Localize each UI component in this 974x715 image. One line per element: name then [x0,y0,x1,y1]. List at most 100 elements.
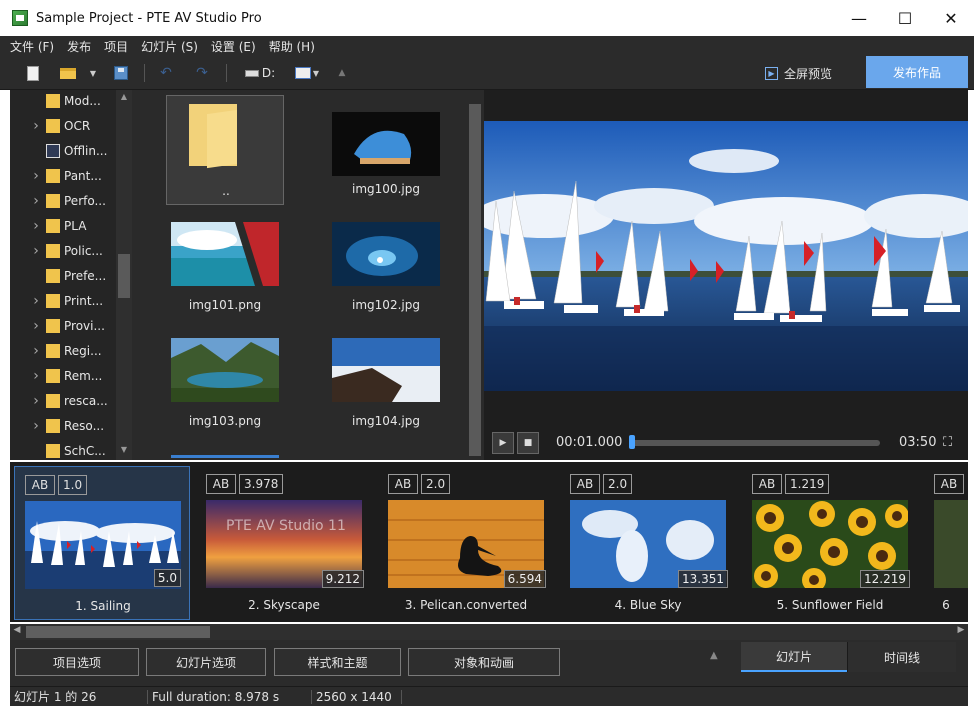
tree-item[interactable]: › resca... [10,388,114,413]
slide-image [934,500,968,588]
file-item-parent-folder[interactable]: .. [166,95,284,205]
slide-thumbnail[interactable]: AB 3.978 PTE AV Studio 11 9.212 2. Skysc… [196,466,372,620]
expand-arrow-icon[interactable]: › [26,368,46,384]
scrollbar-thumb[interactable] [118,254,130,298]
expand-arrow-icon[interactable]: › [26,343,46,359]
tree-item[interactable]: › Rem... [10,363,114,388]
transition-badge[interactable]: 2.0 [421,474,451,494]
maximize-button[interactable]: ☐ [882,0,928,36]
expand-arrow-icon[interactable]: › [26,293,46,309]
tree-item[interactable]: SchC... [10,438,114,460]
seek-handle[interactable] [629,435,635,449]
drive-selector[interactable]: D: [242,63,278,83]
expand-arrow-icon[interactable]: › [26,168,46,184]
scroll-down-icon[interactable]: ▼ [116,445,132,454]
scroll-up-icon[interactable]: ▲ [116,92,132,101]
tree-item[interactable]: Mod... [10,90,114,113]
seek-slider[interactable] [629,435,880,449]
tree-item[interactable]: › Pant... [10,163,114,188]
tree-item-label: Regi... [64,343,102,358]
transition-badge[interactable]: 1.0 [58,475,88,495]
status-bar: 幻灯片 1 的 26 Full duration: 8.978 s 2560 x… [10,686,968,706]
slide-thumbnail[interactable]: AB 6 [924,466,968,620]
ab-badge[interactable]: AB [206,474,236,494]
scroll-left-icon[interactable]: ◀ [10,625,24,635]
stop-button[interactable]: ■ [517,432,539,454]
menu-project[interactable]: 项目 [104,38,128,55]
fullscreen-preview-button[interactable]: ▶ 全屏预览 [765,62,832,84]
tree-item[interactable]: › Print... [10,288,114,313]
expand-arrow-icon[interactable]: › [26,118,46,134]
special-folder-icon [46,143,60,158]
tree-item[interactable]: › OCR [10,113,114,138]
slide-duration: 9.212 [321,570,364,588]
save-button[interactable] [112,63,130,83]
transition-badge[interactable]: 3.978 [239,474,284,494]
file-name: img101.png [188,298,262,312]
open-recent-dropdown[interactable]: ▼ [86,63,100,83]
objects-animation-button[interactable]: 对象和动画 [408,648,560,676]
tree-item[interactable]: Prefe... [10,263,114,288]
slide-options-button[interactable]: 幻灯片选项 [146,648,266,676]
transition-badge[interactable]: 2.0 [603,474,633,494]
transition-badge[interactable]: 1.219 [785,474,830,494]
tree-item[interactable]: › Regi... [10,338,114,363]
tree-item[interactable]: › Perfo... [10,188,114,213]
menu-help[interactable]: 帮助 (H) [269,38,315,55]
play-button[interactable]: ▶ [492,432,514,454]
fullscreen-preview-label: 全屏预览 [784,66,833,81]
slide-strip-scrollbar[interactable]: ◀ ▶ [10,624,968,640]
ab-badge[interactable]: AB [752,474,782,494]
expand-arrow-icon[interactable]: › [26,393,46,409]
menu-slides[interactable]: 幻灯片 (S) [141,38,198,55]
tree-item[interactable]: › Polic... [10,238,114,263]
folder-icon [46,293,60,308]
project-options-button[interactable]: 项目选项 [15,648,139,676]
ab-badge[interactable]: AB [388,474,418,494]
new-project-button[interactable] [24,63,42,83]
tree-item[interactable]: Offlin... [10,138,114,163]
expand-arrow-icon[interactable]: › [26,218,46,234]
view-mode-dropdown[interactable]: ▼ [292,63,322,83]
tree-item[interactable]: › PLA [10,213,114,238]
menu-settings[interactable]: 设置 (E) [211,38,256,55]
tab-timeline[interactable]: 时间线 [847,642,956,672]
slide-thumbnail[interactable]: AB 1.219 12.219 5. Sunflower Field [742,466,918,620]
ab-badge[interactable]: AB [934,474,964,494]
expand-panel-icon[interactable]: ▲ [710,650,718,661]
scrollbar-thumb[interactable] [469,104,481,456]
expand-arrow-icon[interactable]: › [26,318,46,334]
expand-arrow-icon[interactable]: › [26,243,46,259]
scrollbar-thumb[interactable] [26,626,210,638]
file-thumbnail [332,222,440,286]
slide-thumbnail[interactable]: AB 2.0 13.351 4. Blue Sky [560,466,736,620]
file-thumbnail [332,338,440,402]
fullscreen-icon[interactable]: ⛶ [943,435,952,450]
publish-button[interactable]: 发布作品 [866,56,968,88]
close-button[interactable]: ✕ [928,0,974,36]
slide-thumbnail[interactable]: AB 1.0 5.0 1. Sailing [14,466,190,620]
toolbar-divider [226,64,227,82]
tree-item-label: Print... [64,293,104,308]
tree-item[interactable]: › Reso... [10,413,114,438]
tree-item[interactable]: › Provi... [10,313,114,338]
expand-arrow-icon[interactable]: › [26,193,46,209]
styles-themes-button[interactable]: 样式和主题 [274,648,401,676]
file-browser-scrollbar[interactable] [467,90,483,460]
menu-publish[interactable]: 发布 [67,38,91,55]
open-project-button[interactable] [58,63,78,83]
ab-badge[interactable]: AB [25,475,55,495]
minimize-button[interactable]: — [836,0,882,36]
slide-thumbnail[interactable]: AB 2.0 6.594 3. Pelican.converted [378,466,554,620]
tab-slides[interactable]: 幻灯片 [741,642,847,672]
ab-badge[interactable]: AB [570,474,600,494]
slide-name: 2. Skyscape [248,598,320,612]
menu-file[interactable]: 文件 (F) [10,38,54,55]
redo-button[interactable]: ↷ [192,63,212,83]
expand-arrow-icon[interactable]: › [26,418,46,434]
undo-button[interactable]: ↶ [156,63,176,83]
up-folder-button[interactable]: ▲ [336,63,348,83]
scroll-right-icon[interactable]: ▶ [954,625,968,635]
folder-tree: Mod... › OCR Offlin... › Pant... › Perfo... › PLA… [10,90,132,460]
folder-tree-scrollbar[interactable]: ▲ ▼ [116,90,132,460]
